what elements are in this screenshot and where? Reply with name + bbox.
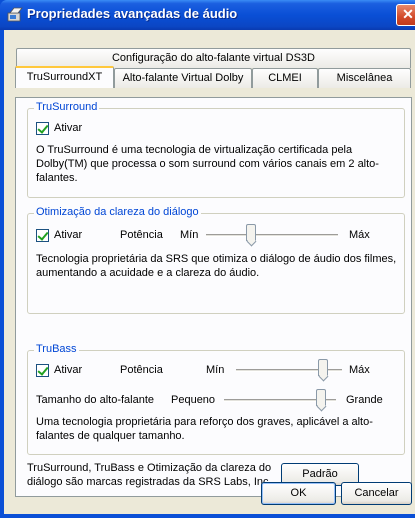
slider-thumb[interactable] [246, 224, 256, 241]
max-label: Máx [349, 229, 370, 241]
tab-panel: TruSurround Ativar O TruSurround é uma t… [15, 97, 412, 497]
power-label: Potência [120, 229, 163, 241]
close-button[interactable]: ✕ [396, 4, 415, 26]
group-title: Otimização da clareza do diálogo [34, 206, 201, 218]
tab-label: Alto-falante Virtual Dolby [122, 72, 244, 84]
trusurround-group: TruSurround Ativar O TruSurround é uma t… [27, 101, 405, 198]
tab-miscellaneous[interactable]: Miscelânea [318, 68, 411, 88]
trubass-power-slider[interactable] [236, 359, 342, 381]
power-label: Potência [120, 364, 163, 376]
trubass-enable-checkbox[interactable] [36, 364, 49, 377]
trademark-notice: TruSurround, TruBass e Otimização da cla… [27, 462, 272, 488]
slider-thumb[interactable] [318, 359, 328, 376]
trubass-description: Uma tecnologia proprietária para reforço… [36, 416, 373, 442]
checkbox-label: Ativar [54, 364, 83, 376]
ok-button[interactable]: OK [261, 482, 336, 505]
max-label: Máx [349, 364, 370, 376]
close-icon: ✕ [402, 6, 414, 22]
checkbox-label: Ativar [54, 229, 83, 241]
tab-clmei[interactable]: CLMEI [252, 68, 318, 88]
tab-ds3d-virtual-speaker[interactable]: Configuração do alto-falante virtual DS3… [16, 48, 411, 68]
dialog-clarity-enable-checkbox[interactable] [36, 229, 49, 242]
dialog-client-area: Configuração do alto-falante virtual DS3… [4, 30, 415, 514]
title-bar[interactable]: Propriedades avançadas de áudio ✕ [0, 0, 415, 30]
dialog-clarity-group: Otimização da clareza do diálogo Ativar … [27, 206, 405, 314]
tab-label: TruSurroundXT [26, 71, 103, 83]
checkbox-label: Ativar [54, 122, 83, 134]
audio-properties-icon [7, 7, 23, 22]
min-label: Mín [180, 229, 199, 241]
speaker-size-slider[interactable] [224, 389, 336, 411]
tab-trusurroundxt[interactable]: TruSurroundXT [15, 66, 114, 88]
large-label: Grande [346, 394, 383, 406]
group-title: TruSurround [34, 101, 100, 113]
tab-dolby-virtual-speaker[interactable]: Alto-falante Virtual Dolby [114, 68, 252, 88]
tab-label: Configuração do alto-falante virtual DS3… [111, 52, 315, 64]
window-title: Propriedades avançadas de áudio [27, 6, 238, 21]
slider-thumb[interactable] [316, 389, 326, 406]
speaker-size-label: Tamanho do alto-falante [36, 394, 155, 406]
slider-track [206, 234, 338, 237]
group-title: TruBass [34, 343, 79, 355]
min-label: Mín [206, 364, 225, 376]
dialog-clarity-slider[interactable] [206, 224, 338, 246]
tab-label: CLMEI [268, 72, 302, 84]
tab-label: Miscelânea [336, 72, 393, 84]
trusurround-description: O TruSurround é uma tecnologia de virtua… [36, 144, 379, 184]
small-label: Pequeno [171, 394, 216, 406]
dialog-clarity-description: Tecnologia proprietária da SRS que otimi… [36, 253, 397, 279]
trubass-group: TruBass Ativar Potência Mín Máx Tamanho … [27, 343, 405, 455]
trusurround-enable-checkbox[interactable] [36, 122, 49, 135]
cancel-button[interactable]: Cancelar [341, 482, 412, 505]
dialog-window: Propriedades avançadas de áudio ✕ Config… [0, 0, 415, 518]
